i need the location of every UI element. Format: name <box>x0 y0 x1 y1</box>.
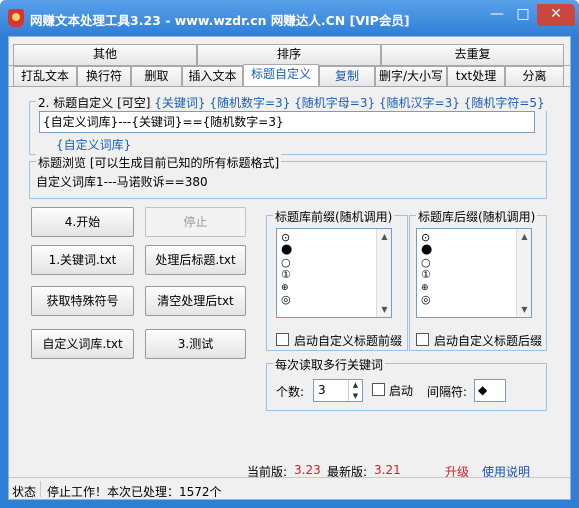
test-button[interactable]: 3.测试 <box>145 329 246 359</box>
app-window: 网赚文本处理工具3.23 - www.wzdr.cn 网赚达人.CN [VIP会… <box>0 0 579 508</box>
tab-panel-border <box>9 86 570 87</box>
minimize-button[interactable]: — <box>484 4 510 26</box>
title-preview-group: 标题浏览 [可以生成目前已知的所有标题格式] 自定义词库1---马诺败诉==38… <box>29 154 547 199</box>
count-spinner[interactable]: 3 ▲ ▼ <box>313 379 363 402</box>
tab-sort[interactable]: 排序 <box>197 44 381 65</box>
app-icon <box>8 9 24 27</box>
current-version-value: 3.23 <box>294 463 321 477</box>
status-bar: 状态 停止工作！本次已处理：1572个 <box>9 477 570 499</box>
latest-version-value: 3.21 <box>374 463 401 477</box>
multi-keyword-enable-label: 启动 <box>389 384 414 398</box>
suffix-enable-label: 启动自定义标题后缀 <box>434 334 543 348</box>
prefix-item[interactable]: ◎ <box>281 294 291 306</box>
title-format-input[interactable]: {自定义词库}---{关键词}=={随机数字=3} <box>39 111 535 133</box>
multi-keyword-group: 每次读取多行关键词 个数: 3 ▲ ▼ 启动 间隔符: ◆ <box>266 356 547 411</box>
tab-split[interactable]: 分离 <box>505 66 564 87</box>
suffix-item[interactable]: ◎ <box>421 294 431 306</box>
spin-up-icon[interactable]: ▲ <box>349 380 362 391</box>
keywords-txt-button[interactable]: 1.关键词.txt <box>31 245 134 275</box>
tab-shuffle-text[interactable]: 打乱文本 <box>13 66 77 87</box>
suffix-enable-checkbox[interactable] <box>416 333 429 346</box>
title-preview-text: 自定义词库1---马诺败诉==380 <box>36 175 208 189</box>
count-value[interactable]: 3 <box>318 383 326 397</box>
stop-button[interactable]: 停止 <box>145 207 246 237</box>
title-custom-legend-prefix: 2. 标题自定义 [可空] <box>38 96 151 110</box>
suffix-library-group: 标题库后缀(随机调用) ⊙ ● ○ ① ⊕ ◎ ▲ ▼ 启动自定义标题后缀 <box>409 208 547 351</box>
multi-keyword-enable-checkbox[interactable] <box>372 383 385 396</box>
scroll-down-icon[interactable]: ▼ <box>517 302 532 317</box>
custom-lib-token[interactable]: {自定义词库} <box>56 136 131 153</box>
separator-label: 间隔符: <box>427 385 468 399</box>
close-button[interactable]: ✕ <box>537 4 575 26</box>
scroll-up-icon[interactable]: ▲ <box>517 229 532 244</box>
title-custom-token-list: {关键词} {随机数字=3} {随机字母=3} {随机汉字=3} {随机字符=5… <box>154 96 545 110</box>
prefix-enable-checkbox[interactable] <box>276 333 289 346</box>
tab-insert-text[interactable]: 插入文本 <box>182 66 243 87</box>
status-label: 状态 <box>12 485 37 499</box>
prefix-scrollbar[interactable]: ▲ ▼ <box>376 229 391 317</box>
tab-delete-take[interactable]: 删取 <box>131 66 182 87</box>
tab-dedupe[interactable]: 去重复 <box>381 44 564 65</box>
get-special-symbols-button[interactable]: 获取特殊符号 <box>31 286 134 316</box>
custom-lib-txt-button[interactable]: 自定义词库.txt <box>31 329 134 359</box>
prefix-item[interactable]: ● <box>281 243 292 256</box>
maximize-button[interactable]: □ <box>510 4 536 26</box>
separator-input[interactable]: ◆ <box>474 379 506 402</box>
suffix-item[interactable]: ① <box>421 269 431 281</box>
tab-newline[interactable]: 换行符 <box>77 66 131 87</box>
count-label: 个数: <box>276 385 305 399</box>
scroll-down-icon[interactable]: ▼ <box>377 302 392 317</box>
prefix-listbox[interactable]: ⊙ ● ○ ① ⊕ ◎ ▲ ▼ <box>276 228 392 318</box>
tab-txt-process[interactable]: txt处理 <box>447 66 505 87</box>
tab-delete-case[interactable]: 删字/大小写 <box>375 66 447 87</box>
suffix-scrollbar[interactable]: ▲ ▼ <box>516 229 531 317</box>
title-custom-legend: 2. 标题自定义 [可空] {关键词} {随机数字=3} {随机字母=3} {随… <box>36 94 547 111</box>
processed-titles-txt-button[interactable]: 处理后标题.txt <box>145 245 246 275</box>
multi-keyword-legend: 每次读取多行关键词 <box>273 356 386 373</box>
client-area: 其他 排序 去重复 打乱文本 换行符 删取 插入文本 标题自定义 复制 删字/大… <box>8 36 571 500</box>
tab-title-custom[interactable]: 标题自定义 <box>243 64 319 87</box>
scroll-up-icon[interactable]: ▲ <box>377 229 392 244</box>
title-custom-group: 2. 标题自定义 [可空] {关键词} {随机数字=3} {随机字母=3} {随… <box>29 94 547 155</box>
start-button[interactable]: 4.开始 <box>31 207 134 237</box>
tab-other[interactable]: 其他 <box>13 44 197 65</box>
suffix-item[interactable]: ● <box>421 243 432 256</box>
prefix-library-group: 标题库前缀(随机调用) ⊙ ● ○ ① ⊕ ◎ ▲ ▼ 启动自定义标题前缀 <box>266 208 408 351</box>
title-bar[interactable]: 网赚文本处理工具3.23 - www.wzdr.cn 网赚达人.CN [VIP会… <box>0 0 579 36</box>
prefix-enable-label: 启动自定义标题前缀 <box>294 334 403 348</box>
prefix-library-legend: 标题库前缀(随机调用) <box>273 208 395 225</box>
status-message: 停止工作！本次已处理：1572个 <box>47 485 222 499</box>
window-title: 网赚文本处理工具3.23 - www.wzdr.cn 网赚达人.CN [VIP会… <box>30 13 410 28</box>
clear-processed-txt-button[interactable]: 清空处理后txt <box>145 286 246 316</box>
prefix-item[interactable]: ① <box>281 269 291 281</box>
title-preview-legend: 标题浏览 [可以生成目前已知的所有标题格式] <box>36 154 282 171</box>
tab-copy[interactable]: 复制 <box>319 66 375 87</box>
suffix-listbox[interactable]: ⊙ ● ○ ① ⊕ ◎ ▲ ▼ <box>416 228 532 318</box>
status-divider <box>40 481 41 497</box>
spin-down-icon[interactable]: ▼ <box>349 391 362 402</box>
suffix-library-legend: 标题库后缀(随机调用) <box>416 208 538 225</box>
